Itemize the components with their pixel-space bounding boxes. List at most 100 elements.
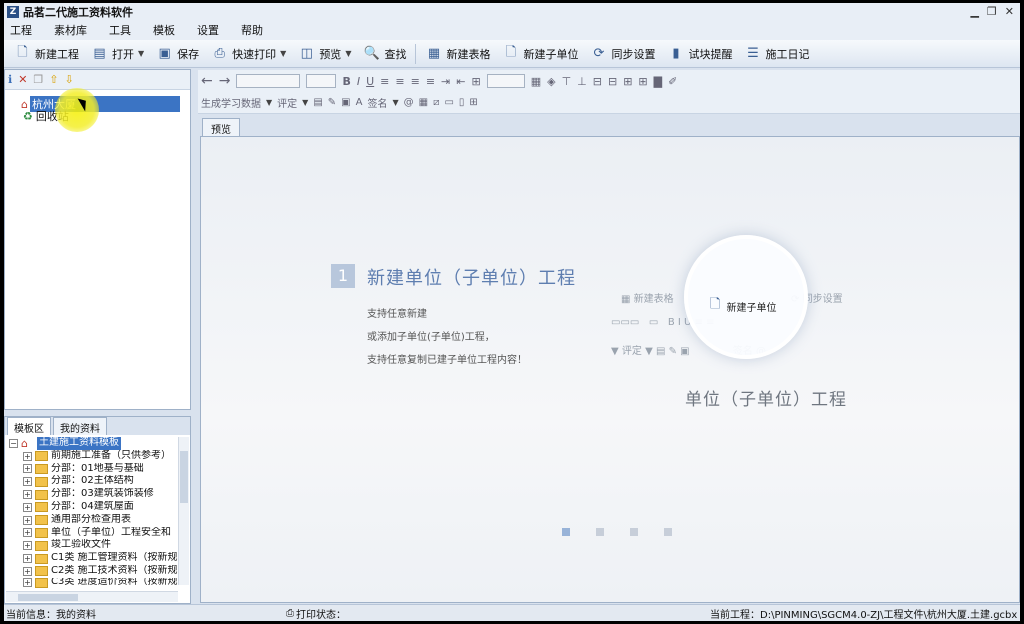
carousel-dot[interactable] [630, 528, 638, 536]
tab-template-area[interactable]: 模板区 [7, 417, 51, 435]
scroll-thumb[interactable] [180, 451, 188, 503]
preview-button[interactable]: ◫ 预览 ▼ [292, 43, 357, 65]
table-icon[interactable]: ⊞ [469, 97, 477, 108]
menu-settings[interactable]: 设置 [197, 22, 219, 38]
color-icon[interactable]: ▇ [654, 75, 662, 88]
expand-icon[interactable]: + [23, 502, 32, 512]
sync-settings-button[interactable]: ⟳ 同步设置 [584, 43, 661, 65]
brush-icon[interactable]: ✐ [668, 75, 677, 88]
open-button[interactable]: ▤ 打开 ▼ [85, 43, 150, 65]
expand-icon[interactable]: + [23, 464, 32, 474]
dropdown-arrow-icon[interactable]: ▼ [266, 98, 272, 107]
review-button[interactable]: 评定 [277, 95, 297, 110]
template-tree-item[interactable]: + C3类 进度造价资料（按新规 [9, 577, 190, 588]
align-right-icon[interactable]: ≡ [411, 75, 420, 88]
horizontal-splitter[interactable] [4, 410, 191, 415]
template-tree-item[interactable]: + 分部：02主体结构 [9, 475, 190, 488]
calculator-icon[interactable]: ▤ [313, 97, 322, 108]
spell-icon[interactable]: A [356, 97, 363, 108]
dropdown-arrow-icon[interactable]: ▼ [138, 49, 144, 58]
template-tree-item[interactable]: + 分部：03建筑装饰装修 [9, 488, 190, 501]
new-subunit-button[interactable]: 🗋 新建子单位 [496, 43, 584, 65]
template-tree-item[interactable]: + C1类 施工管理资料（按新规 [9, 552, 190, 565]
gen-data-button[interactable]: 生成学习数据 [201, 95, 261, 110]
restore-icon[interactable]: ❐ [987, 5, 997, 18]
template-tree-root[interactable]: − ⌂ 土建施工资料模板 [9, 437, 190, 450]
expand-icon[interactable]: + [23, 528, 32, 538]
save-button[interactable]: ▣ 保存 [150, 43, 205, 65]
dropdown-arrow-icon[interactable]: ▼ [302, 98, 308, 107]
border-icon[interactable]: ▦ [531, 75, 541, 88]
minimize-icon[interactable]: ▁ [970, 5, 978, 18]
menu-material-library[interactable]: 素材库 [54, 22, 87, 38]
underline-icon[interactable]: U [366, 75, 374, 88]
carousel-dot[interactable] [664, 528, 672, 536]
redo-icon[interactable]: → [219, 73, 231, 89]
dropdown-arrow-icon[interactable]: ▼ [280, 49, 286, 58]
insert-row-icon[interactable]: ⊟ [593, 75, 602, 88]
page-icon[interactable]: ▯ [459, 97, 465, 108]
template-tree-item[interactable]: + 竣工验收文件 [9, 539, 190, 552]
align-middle-icon[interactable]: ⊥ [577, 75, 587, 88]
justify-icon[interactable]: ≡ [426, 75, 435, 88]
grid-icon[interactable]: ▦ [419, 97, 428, 108]
template-vertical-scrollbar[interactable] [178, 437, 189, 585]
construction-diary-button[interactable]: ☰ 施工日记 [738, 43, 815, 65]
menu-template[interactable]: 模板 [153, 22, 175, 38]
sign-button[interactable]: 签名 [367, 95, 387, 110]
test-block-reminder-button[interactable]: ▮ 试块提醒 [661, 43, 738, 65]
template-tree-item[interactable]: + 通用部分检查用表 [9, 514, 190, 527]
expand-icon[interactable]: + [23, 477, 32, 487]
expand-icon[interactable]: + [23, 566, 32, 576]
align-center-icon[interactable]: ≡ [395, 75, 404, 88]
delete-col-icon[interactable]: ⊞ [638, 75, 647, 88]
collapse-icon[interactable]: − [9, 438, 18, 448]
menu-tools[interactable]: 工具 [109, 22, 131, 38]
copy-icon[interactable]: ❐ [33, 73, 43, 86]
template-tree-item[interactable]: + 分部：04建筑屋面 [9, 501, 190, 514]
expand-icon[interactable]: + [23, 554, 32, 564]
vertical-splitter[interactable] [192, 69, 198, 604]
template-tree-item[interactable]: + C2类 施工技术资料（按新规 [9, 565, 190, 578]
template-horizontal-scrollbar[interactable] [6, 591, 178, 602]
at-icon[interactable]: @ [404, 97, 414, 108]
dropdown-arrow-icon[interactable]: ▼ [345, 49, 351, 58]
font-name-select[interactable] [236, 74, 301, 88]
bold-icon[interactable]: B [342, 75, 350, 88]
insert-col-icon[interactable]: ⊞ [623, 75, 632, 88]
quick-print-button[interactable]: ⎙ 快速打印 ▼ [205, 43, 292, 65]
template-tree-item[interactable]: + 分部：01地基与基础 [9, 463, 190, 476]
find-button[interactable]: 🔍 查找 [357, 43, 412, 65]
menu-help[interactable]: 帮助 [241, 22, 263, 38]
edit-icon[interactable]: ✎ [328, 97, 336, 108]
delete-row-icon[interactable]: ⊟ [608, 75, 617, 88]
new-table-button[interactable]: ▦ 新建表格 [419, 43, 496, 65]
fill-icon[interactable]: ◈ [547, 75, 555, 88]
new-project-button[interactable]: 🗋 新建工程 [8, 43, 85, 65]
expand-icon[interactable]: + [23, 515, 32, 525]
undo-icon[interactable]: ← [201, 73, 213, 89]
merge-icon[interactable]: ⊞ [471, 75, 480, 88]
indent-icon[interactable]: ⇥ [441, 75, 450, 88]
delete-icon[interactable]: ✕ [18, 73, 27, 86]
font-size-select[interactable] [306, 74, 337, 88]
expand-icon[interactable]: + [23, 578, 32, 588]
move-down-icon[interactable]: ⇩ [65, 73, 74, 86]
menu-project[interactable]: 工程 [10, 22, 32, 38]
expand-icon[interactable]: + [23, 490, 32, 500]
scroll-thumb[interactable] [18, 594, 78, 601]
line-style-select[interactable] [486, 74, 525, 88]
carousel-dot[interactable] [596, 528, 604, 536]
dropdown-arrow-icon[interactable]: ▼ [392, 98, 398, 107]
italic-icon[interactable]: I [357, 75, 360, 88]
expand-icon[interactable]: + [23, 451, 32, 461]
align-top-icon[interactable]: ⊤ [562, 75, 572, 88]
align-left-icon[interactable]: ≡ [380, 75, 389, 88]
expand-icon[interactable]: + [23, 541, 32, 551]
diagonal-icon[interactable]: ⧄ [433, 97, 439, 108]
info-icon[interactable]: ℹ [8, 73, 12, 86]
close-icon[interactable]: ✕ [1005, 5, 1014, 18]
move-up-icon[interactable]: ⇧ [49, 73, 58, 86]
carousel-dot[interactable] [562, 528, 570, 536]
image-icon[interactable]: ▣ [341, 97, 350, 108]
